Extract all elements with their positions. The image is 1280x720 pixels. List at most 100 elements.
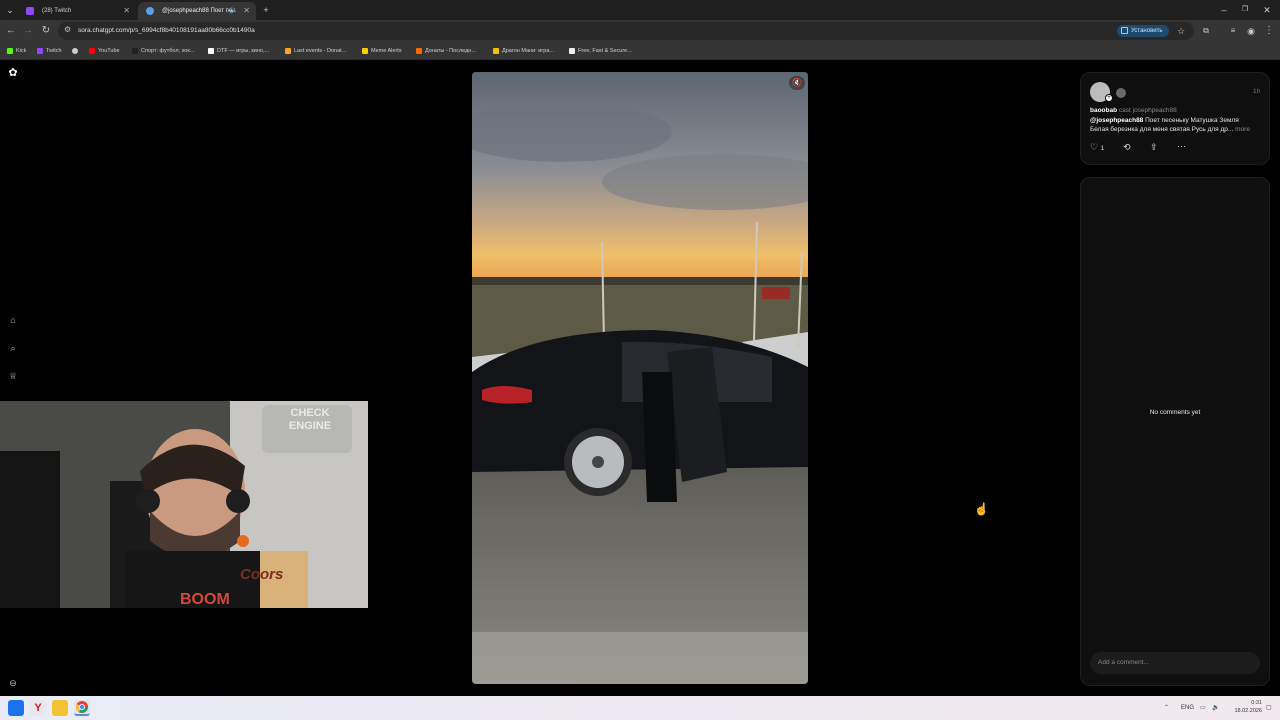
donaty-icon: [416, 48, 422, 54]
bookmark-label: Kick: [16, 48, 27, 54]
windows-start-icon[interactable]: [8, 700, 24, 716]
meme-alerts-icon: [362, 48, 368, 54]
video-frame: [472, 72, 808, 684]
tab-strip: ⌄ (28) Twitch ✕ @josephpeach88 Поет пес …: [0, 0, 1280, 20]
bookmark-label: Спорт: футбол, хок...: [141, 48, 195, 54]
post-mention[interactable]: @josephpeach88: [1090, 117, 1143, 124]
network-icon[interactable]: ▭: [1200, 701, 1206, 715]
close-tab-icon[interactable]: ✕: [123, 2, 130, 20]
back-icon[interactable]: ←: [3, 23, 19, 39]
bookmark-meme-alerts[interactable]: Meme Alerts: [362, 46, 402, 56]
minimize-button[interactable]: –: [1216, 2, 1232, 18]
sign-line-2: ENGINE: [288, 420, 332, 432]
video-player[interactable]: [472, 72, 808, 684]
menu-icon[interactable]: ⋮: [1261, 23, 1277, 39]
hand-cursor-icon: ☝: [974, 502, 989, 516]
clock[interactable]: 0:31 18.02.2026: [1228, 699, 1262, 715]
sign-line-1: CHECK: [290, 407, 330, 419]
dtf-icon: [208, 48, 214, 54]
bookmark-free[interactable]: Free, Fast & Secure...: [569, 46, 632, 56]
bookmark-donations[interactable]: Last events - Donat...: [285, 46, 346, 56]
comments-panel: [1080, 177, 1270, 686]
like-button[interactable]: ♡ 1: [1090, 142, 1104, 154]
sora-logo-icon[interactable]: ✿: [7, 67, 19, 79]
beer-box-label: Coors: [240, 566, 284, 583]
bookmark-label: Last events - Donat...: [294, 48, 347, 54]
bookmark-label: Meme Alerts: [371, 48, 402, 54]
cast-avatar[interactable]: [1116, 88, 1126, 98]
neon-sign: CHECK ENGINE: [270, 407, 350, 433]
caption-line-1: Поет песеньку Матушка Земля: [1145, 117, 1239, 124]
bookmark-dtf[interactable]: DTF — игры, кино,...: [208, 46, 269, 56]
bookmark-label: Донаты - Последн...: [425, 48, 476, 54]
bookmark-twitch[interactable]: Twitch: [37, 46, 62, 56]
language-indicator[interactable]: ENG: [1181, 701, 1194, 715]
kick-icon: [7, 48, 13, 54]
post-author-line: baoobab cast josephpeach88: [1090, 106, 1177, 115]
mail-icon: [569, 48, 575, 54]
bookmarks-bar: Kick Twitch YouTube Спорт: футбол, хок..…: [0, 42, 1280, 60]
post-time: 1h: [1253, 88, 1261, 95]
more-link[interactable]: more: [1235, 126, 1250, 133]
remix-icon[interactable]: ⟲: [1123, 142, 1131, 153]
file-explorer-icon[interactable]: [52, 700, 68, 716]
bookmark-globe[interactable]: [72, 46, 81, 56]
dragon-icon: [493, 48, 499, 54]
url-text[interactable]: sora.chatgpt.com/p/s_6994cf8b40108191aa8…: [78, 24, 255, 38]
forward-icon[interactable]: →: [20, 23, 36, 39]
reload-icon[interactable]: ↻: [38, 23, 54, 39]
like-count: 1: [1100, 145, 1105, 152]
globe-icon: [72, 48, 78, 54]
post-username[interactable]: baoobab: [1090, 107, 1117, 114]
follow-plus-icon[interactable]: +: [1105, 94, 1113, 102]
audio-icon[interactable]: 🔈: [229, 2, 238, 20]
share-icon[interactable]: ⇪: [1150, 142, 1158, 153]
bookmark-kick[interactable]: Kick: [7, 46, 26, 56]
install-icon: [1121, 27, 1128, 34]
chrome-icon[interactable]: [74, 700, 90, 716]
bookmark-label: Twitch: [46, 48, 62, 54]
clock-time: 0:31: [1251, 700, 1262, 706]
notification-icon[interactable]: ▢: [1266, 701, 1272, 715]
tray-overflow-icon[interactable]: ⌃: [1164, 701, 1169, 715]
taskbar: Y ⌃ ENG ▭ 🔉 0:31 18.02.2026 ▢: [0, 696, 1280, 720]
search-icon[interactable]: ⌕: [7, 342, 19, 354]
maximize-button[interactable]: ❐: [1237, 2, 1253, 18]
volume-icon[interactable]: 🔉: [1212, 701, 1219, 715]
trophy-icon[interactable]: ♕: [7, 370, 19, 382]
post-cast[interactable]: cast josephpeach88: [1119, 107, 1177, 114]
heart-icon: ♡: [1090, 142, 1099, 152]
settings-icon[interactable]: ⊖: [7, 677, 19, 689]
install-label: Установить: [1131, 28, 1163, 34]
bookmark-donaty[interactable]: Донаты - Последн...: [416, 46, 476, 56]
sora-icon: [146, 7, 154, 15]
extensions-icon[interactable]: ⧉: [1198, 23, 1214, 39]
tab-label: @josephpeach88 Поет пес: [162, 8, 236, 14]
tab-sora[interactable]: @josephpeach88 Поет пес 🔈 ✕: [138, 2, 256, 20]
sport-icon: [132, 48, 138, 54]
donation-icon: [285, 48, 291, 54]
media-icon[interactable]: ≡: [1225, 23, 1241, 39]
bookmark-youtube[interactable]: YouTube: [89, 46, 120, 56]
mute-toggle-icon[interactable]: 🔇: [789, 76, 805, 90]
close-window-button[interactable]: ✕: [1259, 2, 1275, 18]
install-app-button[interactable]: Установить: [1117, 25, 1169, 37]
bookmark-label: DTF — игры, кино,...: [217, 48, 270, 54]
bookmark-label: Free, Fast & Secure...: [578, 48, 632, 54]
close-tab-icon[interactable]: ✕: [243, 2, 250, 20]
home-icon[interactable]: ⌂: [7, 314, 19, 326]
comment-placeholder: Add a comment...: [1098, 659, 1149, 666]
profile-icon[interactable]: ◉: [1243, 23, 1259, 39]
bookmark-label: YouTube: [98, 48, 120, 54]
webcam-overlay: BOOM CHECK ENGINE Coors: [0, 401, 368, 608]
site-info-icon[interactable]: ⚙: [64, 25, 71, 34]
tab-search-icon[interactable]: ⌄: [2, 2, 18, 18]
new-tab-button[interactable]: +: [258, 2, 274, 18]
tab-twitch[interactable]: (28) Twitch ✕: [18, 2, 136, 20]
comment-input[interactable]: Add a comment...: [1090, 652, 1260, 674]
bookmark-dragon[interactable]: Драгон Мани: игра...: [493, 46, 554, 56]
yandex-icon[interactable]: Y: [30, 700, 46, 716]
bookmark-star-icon[interactable]: ☆: [1173, 23, 1189, 39]
bookmark-sport[interactable]: Спорт: футбол, хок...: [132, 46, 194, 56]
more-options-icon[interactable]: ···: [1177, 141, 1186, 152]
